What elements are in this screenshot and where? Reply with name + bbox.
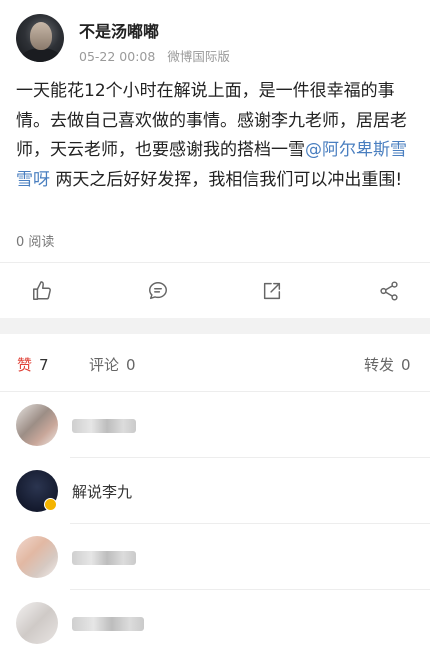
interaction-tabs: 赞7 评论 0 转发 0 <box>0 334 430 392</box>
post-timestamp: 05-22 00:08 <box>79 49 156 64</box>
avatar[interactable] <box>16 404 58 446</box>
list-item[interactable] <box>0 524 430 590</box>
post-source: 微博国际版 <box>167 49 230 64</box>
action-bar <box>0 262 430 318</box>
liker-name[interactable]: 解说李九 <box>72 481 132 502</box>
like-button[interactable] <box>31 280 57 306</box>
tab-likes[interactable]: 赞7 <box>17 354 49 375</box>
verified-badge-icon <box>44 498 57 511</box>
section-divider <box>0 318 430 334</box>
blurred-username[interactable] <box>72 551 136 565</box>
list-item[interactable] <box>0 392 430 458</box>
tab-likes-count: 7 <box>39 356 49 374</box>
author-avatar[interactable] <box>16 14 64 62</box>
author-name[interactable]: 不是汤嘟嘟 <box>79 18 159 42</box>
comment-bubble-icon <box>149 282 167 300</box>
post-text: 一天能花12个小时在解说上面，是一件很幸福的事情。去做自己喜欢做的事情。感谢李九… <box>16 77 416 195</box>
avatar-face-shape <box>30 22 52 50</box>
list-item[interactable]: 解说李九 <box>0 458 430 524</box>
avatar-shoulder-shape <box>20 48 62 62</box>
avatar[interactable] <box>16 602 58 644</box>
share-nodes-icon <box>380 281 398 301</box>
post-text-tail: 两天之后好好发挥，我相信我们可以冲出重围! <box>50 169 403 190</box>
tab-comments[interactable]: 评论 0 <box>89 354 136 375</box>
list-item[interactable] <box>0 590 430 656</box>
share-button[interactable] <box>378 280 404 306</box>
post-header: 不是汤嘟嘟 05-22 00:08 微博国际版 <box>0 0 430 70</box>
avatar[interactable] <box>16 536 58 578</box>
tab-comments-count: 0 <box>126 356 136 374</box>
blurred-username[interactable] <box>72 419 136 433</box>
read-count: 0 阅读 <box>16 235 55 250</box>
thumbs-up-icon <box>33 281 51 300</box>
tab-comments-label: 评论 <box>89 356 120 374</box>
tab-reposts[interactable]: 转发 0 <box>364 354 411 375</box>
tab-reposts-label: 转发 <box>364 356 395 374</box>
share-arrow-icon <box>263 282 281 300</box>
post-meta: 05-22 00:08 微博国际版 <box>79 46 238 65</box>
tab-likes-label: 赞 <box>17 356 33 374</box>
liker-list: 解说李九 <box>0 392 430 656</box>
comment-button[interactable] <box>147 280 173 306</box>
repost-button[interactable] <box>261 280 287 306</box>
blurred-username[interactable] <box>72 617 144 631</box>
tab-reposts-count: 0 <box>401 356 411 374</box>
